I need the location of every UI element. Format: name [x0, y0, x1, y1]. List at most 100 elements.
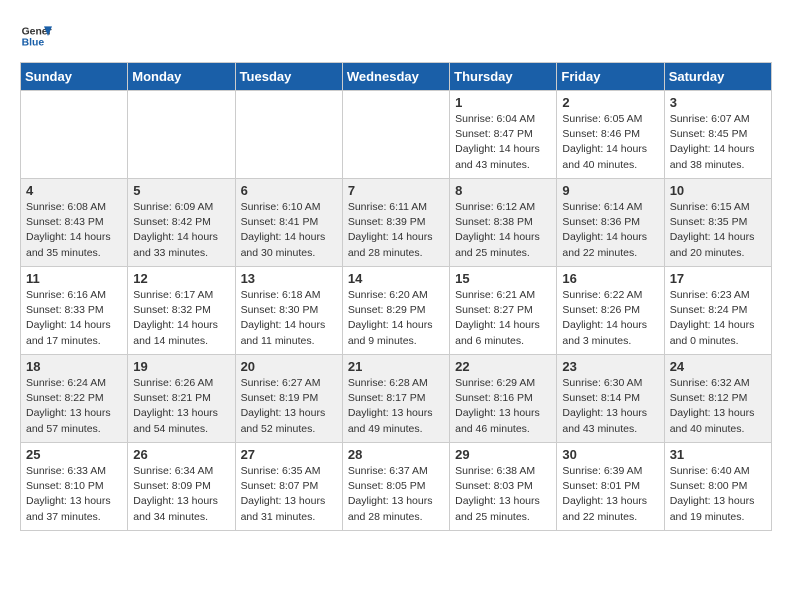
day-number: 31	[670, 447, 766, 462]
day-info: Sunrise: 6:17 AM Sunset: 8:32 PM Dayligh…	[133, 288, 229, 349]
calendar-cell: 9 Sunrise: 6:14 AM Sunset: 8:36 PM Daylig…	[557, 179, 664, 267]
day-info: Sunrise: 6:34 AM Sunset: 8:09 PM Dayligh…	[133, 464, 229, 525]
calendar-cell: 13Sunrise: 6:18 AM Sunset: 8:30 PM Dayli…	[235, 267, 342, 355]
day-number: 10	[670, 183, 766, 198]
page-header: General Blue	[20, 20, 772, 52]
calendar-cell	[342, 91, 449, 179]
calendar-cell: 27 Sunrise: 6:35 AM Sunset: 8:07 PM Dayli…	[235, 443, 342, 531]
day-number: 2	[562, 95, 658, 110]
logo-icon: General Blue	[20, 20, 52, 52]
day-info: Sunrise: 6:33 AM Sunset: 8:10 PM Dayligh…	[26, 464, 122, 525]
weekday-header: Thursday	[450, 63, 557, 91]
day-number: 25	[26, 447, 122, 462]
calendar-cell: 3 Sunrise: 6:07 AM Sunset: 8:45 PM Daylig…	[664, 91, 771, 179]
day-info: Sunrise: 6:08 AM Sunset: 8:43 PM Dayligh…	[26, 200, 122, 261]
day-number: 1	[455, 95, 551, 110]
logo: General Blue	[20, 20, 52, 52]
svg-text:Blue: Blue	[22, 38, 45, 49]
calendar-cell	[235, 91, 342, 179]
calendar-cell: 18 Sunrise: 6:24 AM Sunset: 8:22 PM Dayli…	[21, 355, 128, 443]
day-info: Sunrise: 6:35 AM Sunset: 8:07 PM Dayligh…	[241, 464, 337, 525]
day-info: Sunrise: 6:26 AM Sunset: 8:21 PM Dayligh…	[133, 376, 229, 437]
calendar-header: SundayMondayTuesdayWednesdayThursdayFrid…	[21, 63, 772, 91]
day-info: Sunrise: 6:40 AM Sunset: 8:00 PM Dayligh…	[670, 464, 766, 525]
day-number: 9	[562, 183, 658, 198]
day-info: Sunrise: 6:37 AM Sunset: 8:05 PM Dayligh…	[348, 464, 444, 525]
day-number: 28	[348, 447, 444, 462]
day-number: 27	[241, 447, 337, 462]
day-info: Sunrise: 6:07 AM Sunset: 8:45 PM Dayligh…	[670, 112, 766, 173]
day-info: Sunrise: 6:27 AM Sunset: 8:19 PM Dayligh…	[241, 376, 337, 437]
calendar-cell: 20 Sunrise: 6:27 AM Sunset: 8:19 PM Dayli…	[235, 355, 342, 443]
day-info: Sunrise: 6:09 AM Sunset: 8:42 PM Dayligh…	[133, 200, 229, 261]
calendar-cell: 15Sunrise: 6:21 AM Sunset: 8:27 PM Dayli…	[450, 267, 557, 355]
calendar-cell: 16Sunrise: 6:22 AM Sunset: 8:26 PM Dayli…	[557, 267, 664, 355]
weekday-header: Wednesday	[342, 63, 449, 91]
day-number: 20	[241, 359, 337, 374]
day-number: 8	[455, 183, 551, 198]
calendar-cell: 21 Sunrise: 6:28 AM Sunset: 8:17 PM Dayli…	[342, 355, 449, 443]
day-info: Sunrise: 6:28 AM Sunset: 8:17 PM Dayligh…	[348, 376, 444, 437]
calendar-cell: 8 Sunrise: 6:12 AM Sunset: 8:38 PM Daylig…	[450, 179, 557, 267]
calendar-cell	[21, 91, 128, 179]
day-info: Sunrise: 6:12 AM Sunset: 8:38 PM Dayligh…	[455, 200, 551, 261]
calendar-cell: 29 Sunrise: 6:38 AM Sunset: 8:03 PM Dayli…	[450, 443, 557, 531]
day-info: Sunrise: 6:11 AM Sunset: 8:39 PM Dayligh…	[348, 200, 444, 261]
day-number: 29	[455, 447, 551, 462]
calendar-cell: 31 Sunrise: 6:40 AM Sunset: 8:00 PM Dayli…	[664, 443, 771, 531]
day-info: Sunrise: 6:20 AM Sunset: 8:29 PM Dayligh…	[348, 288, 444, 349]
calendar-cell: 22 Sunrise: 6:29 AM Sunset: 8:16 PM Dayli…	[450, 355, 557, 443]
day-number: 7	[348, 183, 444, 198]
calendar-cell: 28 Sunrise: 6:37 AM Sunset: 8:05 PM Dayli…	[342, 443, 449, 531]
day-info: Sunrise: 6:16 AM Sunset: 8:33 PM Dayligh…	[26, 288, 122, 349]
day-number: 18	[26, 359, 122, 374]
calendar-cell: 5Sunrise: 6:09 AM Sunset: 8:42 PM Daylig…	[128, 179, 235, 267]
day-info: Sunrise: 6:38 AM Sunset: 8:03 PM Dayligh…	[455, 464, 551, 525]
day-number: 4	[26, 183, 122, 198]
day-number: 3	[670, 95, 766, 110]
calendar-cell	[128, 91, 235, 179]
calendar-cell: 26Sunrise: 6:34 AM Sunset: 8:09 PM Dayli…	[128, 443, 235, 531]
day-info: Sunrise: 6:22 AM Sunset: 8:26 PM Dayligh…	[562, 288, 658, 349]
day-number: 17	[670, 271, 766, 286]
calendar-cell: 30 Sunrise: 6:39 AM Sunset: 8:01 PM Dayli…	[557, 443, 664, 531]
calendar-cell: 19 Sunrise: 6:26 AM Sunset: 8:21 PM Dayli…	[128, 355, 235, 443]
day-info: Sunrise: 6:15 AM Sunset: 8:35 PM Dayligh…	[670, 200, 766, 261]
day-number: 22	[455, 359, 551, 374]
calendar-cell: 11Sunrise: 6:16 AM Sunset: 8:33 PM Dayli…	[21, 267, 128, 355]
calendar-cell: 14 Sunrise: 6:20 AM Sunset: 8:29 PM Dayli…	[342, 267, 449, 355]
day-info: Sunrise: 6:18 AM Sunset: 8:30 PM Dayligh…	[241, 288, 337, 349]
calendar-cell: 17 Sunrise: 6:23 AM Sunset: 8:24 PM Dayli…	[664, 267, 771, 355]
day-info: Sunrise: 6:23 AM Sunset: 8:24 PM Dayligh…	[670, 288, 766, 349]
day-number: 6	[241, 183, 337, 198]
calendar-cell: 24 Sunrise: 6:32 AM Sunset: 8:12 PM Dayli…	[664, 355, 771, 443]
day-info: Sunrise: 6:10 AM Sunset: 8:41 PM Dayligh…	[241, 200, 337, 261]
calendar-cell: 1Sunrise: 6:04 AM Sunset: 8:47 PM Daylig…	[450, 91, 557, 179]
weekday-header: Monday	[128, 63, 235, 91]
day-info: Sunrise: 6:14 AM Sunset: 8:36 PM Dayligh…	[562, 200, 658, 261]
day-number: 12	[133, 271, 229, 286]
day-number: 19	[133, 359, 229, 374]
calendar-cell: 7 Sunrise: 6:11 AM Sunset: 8:39 PM Daylig…	[342, 179, 449, 267]
weekday-header: Sunday	[21, 63, 128, 91]
day-number: 21	[348, 359, 444, 374]
weekday-header: Tuesday	[235, 63, 342, 91]
weekday-header: Saturday	[664, 63, 771, 91]
weekday-header: Friday	[557, 63, 664, 91]
day-number: 30	[562, 447, 658, 462]
calendar-table: SundayMondayTuesdayWednesdayThursdayFrid…	[20, 62, 772, 531]
day-info: Sunrise: 6:30 AM Sunset: 8:14 PM Dayligh…	[562, 376, 658, 437]
calendar-cell: 12 Sunrise: 6:17 AM Sunset: 8:32 PM Dayli…	[128, 267, 235, 355]
day-info: Sunrise: 6:29 AM Sunset: 8:16 PM Dayligh…	[455, 376, 551, 437]
calendar-cell: 6 Sunrise: 6:10 AM Sunset: 8:41 PM Daylig…	[235, 179, 342, 267]
day-number: 14	[348, 271, 444, 286]
calendar-cell: 10 Sunrise: 6:15 AM Sunset: 8:35 PM Dayli…	[664, 179, 771, 267]
day-info: Sunrise: 6:39 AM Sunset: 8:01 PM Dayligh…	[562, 464, 658, 525]
calendar-cell: 4 Sunrise: 6:08 AM Sunset: 8:43 PM Daylig…	[21, 179, 128, 267]
day-number: 24	[670, 359, 766, 374]
calendar-cell: 23Sunrise: 6:30 AM Sunset: 8:14 PM Dayli…	[557, 355, 664, 443]
calendar-cell: 25 Sunrise: 6:33 AM Sunset: 8:10 PM Dayli…	[21, 443, 128, 531]
day-info: Sunrise: 6:24 AM Sunset: 8:22 PM Dayligh…	[26, 376, 122, 437]
day-info: Sunrise: 6:32 AM Sunset: 8:12 PM Dayligh…	[670, 376, 766, 437]
day-number: 15	[455, 271, 551, 286]
